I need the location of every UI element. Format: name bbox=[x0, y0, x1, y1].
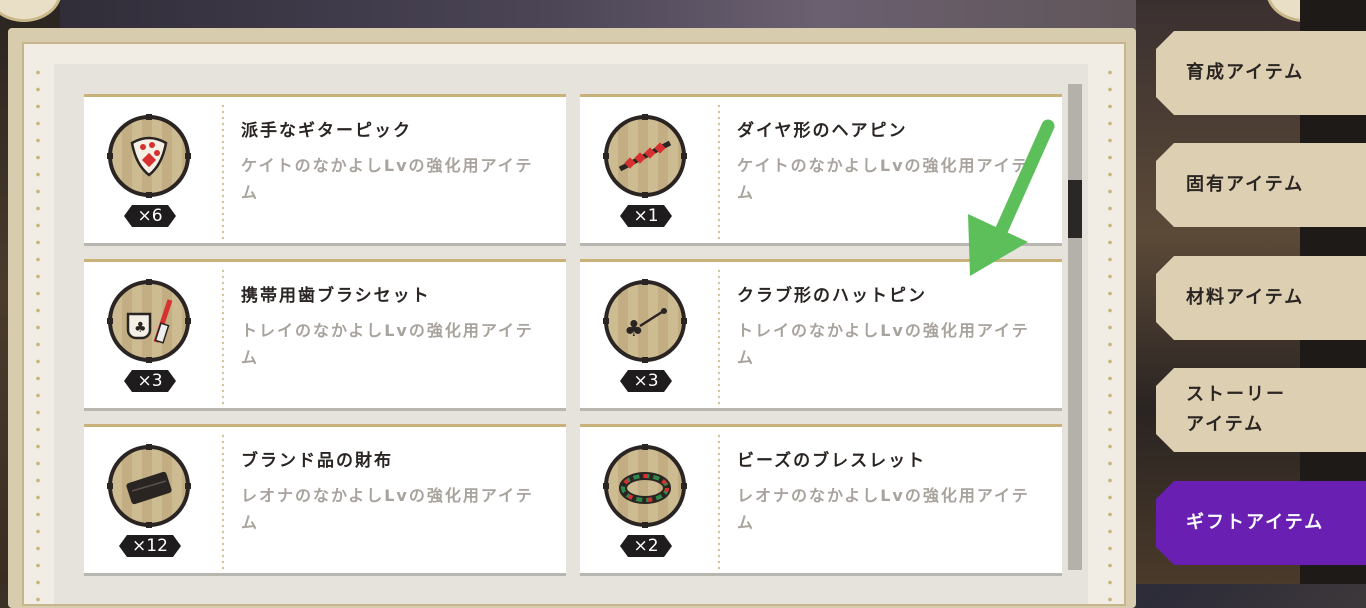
item-card[interactable]: ×6 派手なギターピック ケイトのなかよしLvの強化用アイテム bbox=[84, 94, 566, 246]
card-divider bbox=[222, 268, 224, 406]
item-name: ブランド品の財布 bbox=[241, 451, 393, 471]
item-description: ケイトのなかよしLvの強化用アイテム bbox=[241, 156, 534, 202]
item-name: 携帯用歯ブラシセット bbox=[241, 286, 431, 306]
item-list-scrollbar[interactable] bbox=[1068, 84, 1082, 570]
card-divider bbox=[222, 433, 224, 571]
tab-material-items[interactable]: 材料アイテム bbox=[1156, 256, 1366, 340]
item-name: クラブ形のハットピン bbox=[737, 286, 927, 306]
bead-bracelet-icon bbox=[603, 444, 687, 528]
item-description: レオナのなかよしLvの強化用アイテム bbox=[737, 486, 1030, 532]
item-card[interactable]: ×2 ビーズのブレスレット レオナのなかよしLvの強化用アイテム bbox=[580, 424, 1062, 576]
item-name: ダイヤ形のヘアピン bbox=[737, 121, 908, 141]
tab-label: ギフトアイテム bbox=[1186, 512, 1325, 533]
card-divider bbox=[718, 433, 720, 571]
card-divider bbox=[222, 103, 224, 241]
svg-text:♣: ♣ bbox=[624, 317, 644, 342]
tab-training-items[interactable]: 育成アイテム bbox=[1156, 31, 1366, 115]
item-count-badge: ×2 bbox=[620, 535, 672, 557]
toothbrush-set-icon: ♣ bbox=[107, 279, 191, 363]
item-count-badge: ×6 bbox=[124, 205, 176, 227]
item-card[interactable]: ♣ ×3 携帯用歯ブラシセット トレイのなかよしLvの強化用アイテム bbox=[84, 259, 566, 411]
scrollbar-thumb[interactable] bbox=[1068, 180, 1082, 238]
item-card[interactable]: ×12 ブランド品の財布 レオナのなかよしLvの強化用アイテム bbox=[84, 424, 566, 576]
tab-story-items[interactable]: ストーリー アイテム bbox=[1156, 368, 1366, 452]
card-divider bbox=[718, 268, 720, 406]
green-arrow-annotation bbox=[968, 119, 1055, 276]
item-description: レオナのなかよしLvの強化用アイテム bbox=[241, 486, 534, 532]
card-divider bbox=[718, 103, 720, 241]
item-name: ビーズのブレスレット bbox=[737, 451, 927, 471]
item-name: 派手なギターピック bbox=[241, 121, 412, 141]
panel-dot-border-right bbox=[1108, 64, 1112, 604]
diamond-hairpin-icon bbox=[603, 114, 687, 198]
item-count-badge: ×3 bbox=[124, 370, 176, 392]
item-list[interactable]: ×6 派手なギターピック ケイトのなかよしLvの強化用アイテム ×1 ダイヤ形の… bbox=[54, 64, 1088, 604]
tab-unique-items[interactable]: 固有アイテム bbox=[1156, 143, 1366, 227]
tab-label: 固有アイテム bbox=[1186, 174, 1305, 195]
tab-label: 材料アイテム bbox=[1186, 287, 1305, 308]
item-description: トレイのなかよしLvの強化用アイテム bbox=[737, 321, 1030, 367]
tab-gift-items[interactable]: ギフトアイテム bbox=[1156, 481, 1366, 565]
panel-dot-border-left bbox=[36, 64, 40, 604]
wallet-icon bbox=[107, 444, 191, 528]
guitar-pick-icon bbox=[107, 114, 191, 198]
tab-label: 育成アイテム bbox=[1186, 62, 1305, 83]
club-hatpin-icon: ♣ bbox=[603, 279, 687, 363]
item-panel: ×6 派手なギターピック ケイトのなかよしLvの強化用アイテム ×1 ダイヤ形の… bbox=[8, 28, 1136, 608]
item-count-badge: ×3 bbox=[620, 370, 672, 392]
item-count-badge: ×1 bbox=[620, 205, 672, 227]
svg-text:♣: ♣ bbox=[134, 320, 147, 336]
tab-label: ストーリー アイテム bbox=[1186, 384, 1286, 435]
item-description: トレイのなかよしLvの強化用アイテム bbox=[241, 321, 534, 367]
item-count-badge: ×12 bbox=[119, 535, 181, 557]
